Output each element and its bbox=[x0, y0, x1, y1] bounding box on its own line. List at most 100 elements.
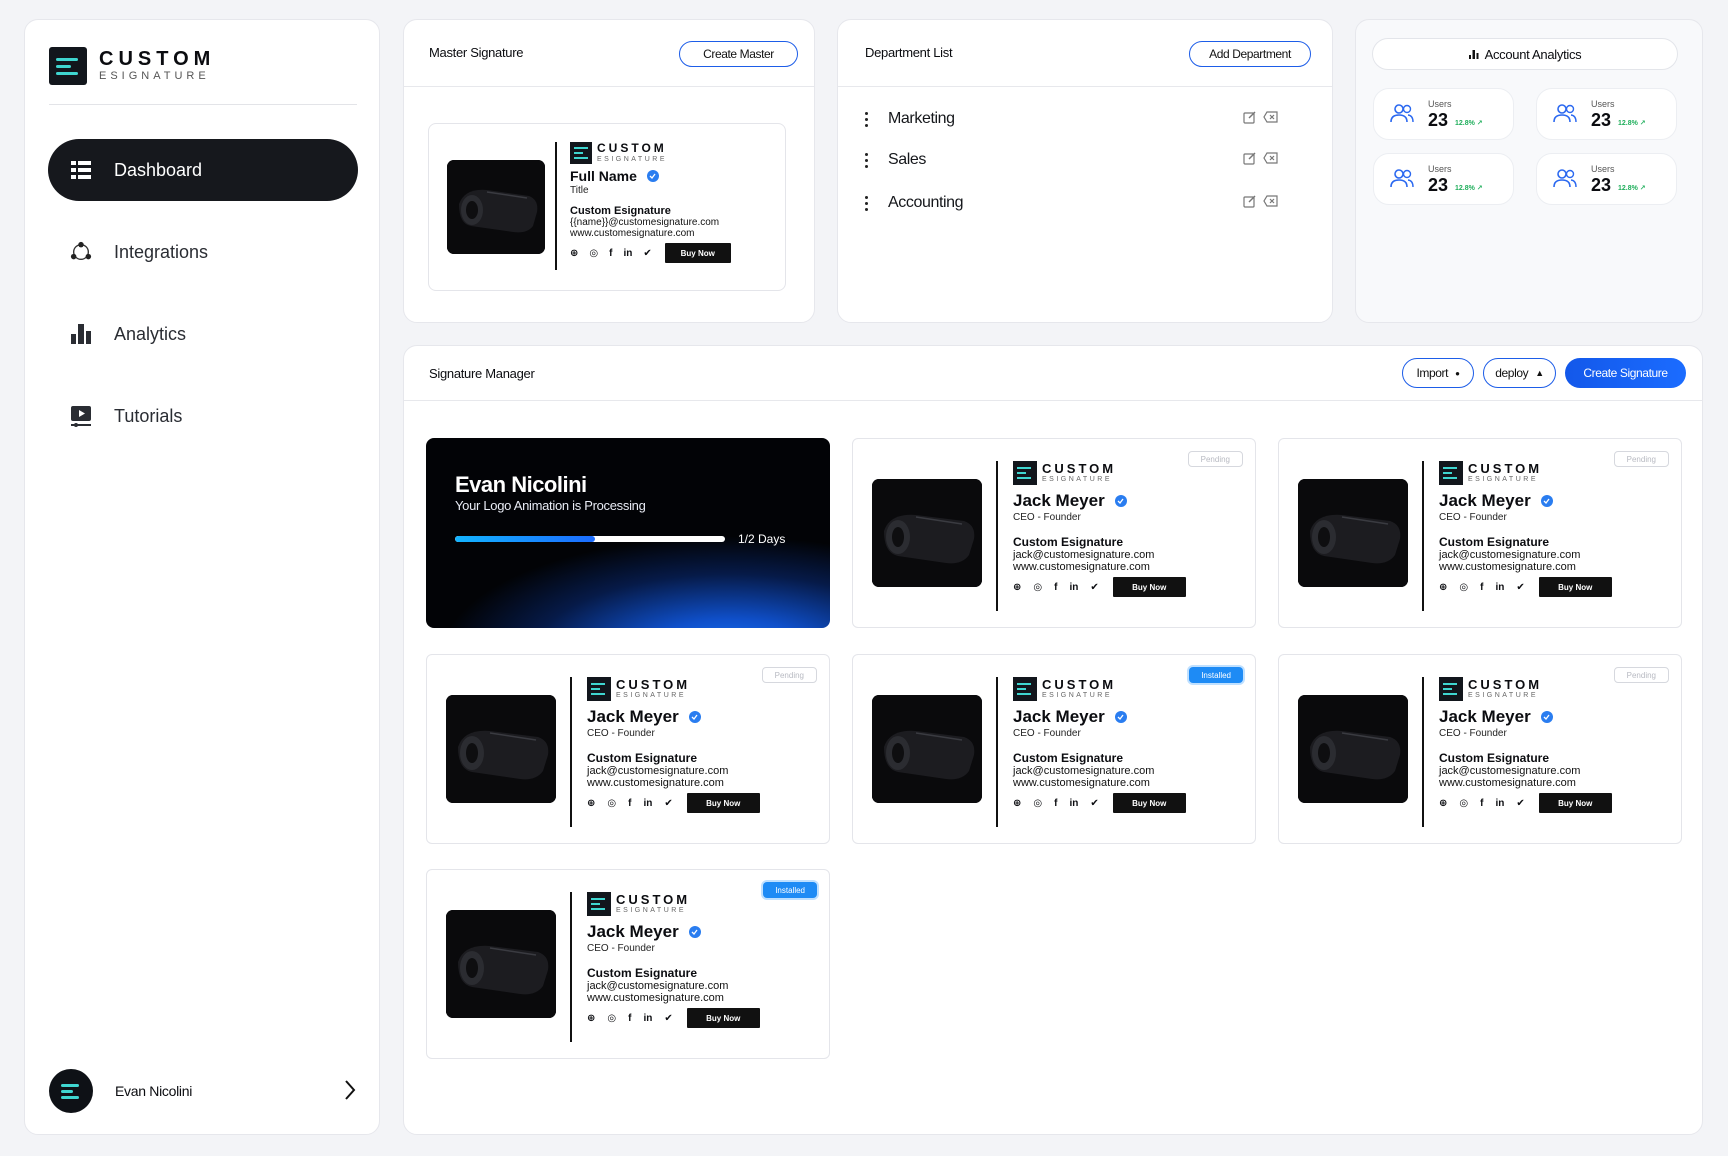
twitter-icon[interactable]: ✔ bbox=[1516, 582, 1524, 593]
chevron-right-icon[interactable] bbox=[343, 1079, 357, 1106]
globe-icon[interactable]: ⊕ bbox=[1439, 798, 1447, 809]
signature-card[interactable]: Pending CUSTOM ESIGNATURE Jack Meyer CEO… bbox=[852, 438, 1256, 628]
divider bbox=[838, 86, 1332, 87]
facebook-icon[interactable]: f bbox=[628, 798, 631, 809]
divider bbox=[49, 104, 357, 105]
signature-card[interactable]: Installed CUSTOM ESIGNATURE Jack Meyer C… bbox=[852, 654, 1256, 844]
globe-icon[interactable]: ⊕ bbox=[587, 798, 595, 809]
linkedin-icon[interactable]: in bbox=[643, 1013, 652, 1024]
sidebar-item-integrations[interactable]: Integrations bbox=[48, 221, 358, 283]
product-photo bbox=[446, 695, 556, 803]
delete-icon[interactable] bbox=[1263, 110, 1278, 129]
buy-now-button[interactable]: Buy Now bbox=[686, 1008, 760, 1028]
edit-icon[interactable] bbox=[1243, 194, 1257, 213]
buy-now-button[interactable]: Buy Now bbox=[1538, 793, 1612, 813]
delete-icon[interactable] bbox=[1263, 151, 1278, 170]
edit-icon[interactable] bbox=[1243, 110, 1257, 129]
facebook-icon[interactable]: f bbox=[609, 248, 612, 259]
progress-bar bbox=[455, 536, 725, 542]
globe-icon[interactable]: ⊕ bbox=[570, 248, 578, 259]
user-profile[interactable]: Evan Nicolini bbox=[49, 1069, 359, 1113]
sidebar-item-dashboard[interactable]: Dashboard bbox=[48, 139, 358, 201]
delete-icon[interactable] bbox=[1263, 194, 1278, 213]
linkedin-icon[interactable]: in bbox=[1069, 798, 1078, 809]
twitter-icon[interactable]: ✔ bbox=[664, 798, 672, 809]
twitter-icon[interactable]: ✔ bbox=[1090, 798, 1098, 809]
signature-website: www.customesignature.com bbox=[587, 777, 724, 789]
signature-company: Custom Esignature bbox=[1439, 751, 1550, 765]
import-button[interactable]: Import ● bbox=[1402, 358, 1474, 388]
create-signature-button[interactable]: Create Signature bbox=[1565, 358, 1686, 388]
facebook-icon[interactable]: f bbox=[1054, 798, 1057, 809]
signature-title: CEO - Founder bbox=[587, 943, 655, 954]
create-master-button[interactable]: Create Master bbox=[679, 41, 798, 67]
deploy-label: deploy bbox=[1495, 366, 1529, 380]
stat-value: 23 bbox=[1428, 110, 1449, 130]
sidebar-item-analytics[interactable]: Analytics bbox=[48, 303, 358, 365]
deploy-button[interactable]: deploy ▲ bbox=[1483, 358, 1556, 388]
stat-card[interactable]: Users 23 12.8% ↗ bbox=[1373, 88, 1514, 140]
linkedin-icon[interactable]: in bbox=[1495, 798, 1504, 809]
buy-now-button[interactable]: Buy Now bbox=[686, 793, 760, 813]
signature-card[interactable]: Pending CUSTOM ESIGNATURE Jack Meyer CEO… bbox=[1278, 654, 1682, 844]
signature-card[interactable]: Installed CUSTOM ESIGNATURE Jack Meyer C… bbox=[426, 869, 830, 1059]
department-row[interactable]: Marketing bbox=[864, 107, 1284, 131]
drag-handle-icon[interactable] bbox=[864, 195, 868, 211]
brand-logo[interactable]: CUSTOM ESIGNATURE bbox=[49, 47, 215, 85]
instagram-icon[interactable]: ◎ bbox=[1459, 798, 1468, 809]
buy-now-button[interactable]: Buy Now bbox=[1538, 577, 1612, 597]
sidebar-item-tutorials[interactable]: Tutorials bbox=[48, 385, 358, 447]
facebook-icon[interactable]: f bbox=[1480, 582, 1483, 593]
signature-card[interactable]: Pending CUSTOM ESIGNATURE Jack Meyer CEO… bbox=[1278, 438, 1682, 628]
globe-icon[interactable]: ⊕ bbox=[1013, 798, 1021, 809]
linkedin-icon[interactable]: in bbox=[1495, 582, 1504, 593]
signature-title: Title bbox=[570, 185, 589, 196]
sidebar-item-label: Tutorials bbox=[114, 405, 183, 426]
instagram-icon[interactable]: ◎ bbox=[607, 798, 616, 809]
verified-icon bbox=[1540, 495, 1553, 507]
instagram-icon[interactable]: ◎ bbox=[1033, 582, 1042, 593]
brand-name: CUSTOM bbox=[1042, 677, 1117, 692]
buy-now-button[interactable]: Buy Now bbox=[1112, 793, 1186, 813]
signature-title: CEO - Founder bbox=[1439, 512, 1507, 523]
signature-card[interactable]: Pending CUSTOM ESIGNATURE Jack Meyer CEO… bbox=[426, 654, 830, 844]
instagram-icon[interactable]: ◎ bbox=[589, 248, 598, 259]
panel-title: Master Signature bbox=[429, 45, 524, 60]
twitter-icon[interactable]: ✔ bbox=[664, 1013, 672, 1024]
instagram-icon[interactable]: ◎ bbox=[1033, 798, 1042, 809]
account-analytics-header[interactable]: Account Analytics bbox=[1372, 38, 1678, 70]
signature-company: Custom Esignature bbox=[570, 205, 671, 217]
department-row[interactable]: Sales bbox=[864, 148, 1284, 172]
brand-name: CUSTOM bbox=[1468, 677, 1543, 692]
stat-card[interactable]: Users 23 12.8% ↗ bbox=[1373, 153, 1514, 205]
drag-handle-icon[interactable] bbox=[864, 152, 868, 168]
stat-card[interactable]: Users 23 12.8% ↗ bbox=[1536, 88, 1677, 140]
instagram-icon[interactable]: ◎ bbox=[1459, 582, 1468, 593]
buy-now-button[interactable]: Buy Now bbox=[664, 243, 731, 263]
edit-icon[interactable] bbox=[1243, 151, 1257, 170]
drag-handle-icon[interactable] bbox=[864, 111, 868, 127]
globe-icon[interactable]: ⊕ bbox=[1013, 582, 1021, 593]
twitter-icon[interactable]: ✔ bbox=[643, 248, 651, 259]
brand-sub: ESIGNATURE bbox=[616, 907, 686, 914]
signature-company: Custom Esignature bbox=[1013, 751, 1124, 765]
facebook-icon[interactable]: f bbox=[1054, 582, 1057, 593]
signature-website: www.customesignature.com bbox=[1013, 777, 1150, 789]
facebook-icon[interactable]: f bbox=[628, 1013, 631, 1024]
globe-icon[interactable]: ⊕ bbox=[587, 1013, 595, 1024]
users-icon bbox=[1390, 168, 1414, 193]
stat-card[interactable]: Users 23 12.8% ↗ bbox=[1536, 153, 1677, 205]
twitter-icon[interactable]: ✔ bbox=[1516, 798, 1524, 809]
instagram-icon[interactable]: ◎ bbox=[607, 1013, 616, 1024]
globe-icon[interactable]: ⊕ bbox=[1439, 582, 1447, 593]
facebook-icon[interactable]: f bbox=[1480, 798, 1483, 809]
linkedin-icon[interactable]: in bbox=[1069, 582, 1078, 593]
processing-message: Your Logo Animation is Processing bbox=[455, 498, 646, 513]
twitter-icon[interactable]: ✔ bbox=[1090, 582, 1098, 593]
add-department-button[interactable]: Add Department bbox=[1189, 41, 1311, 67]
buy-now-button[interactable]: Buy Now bbox=[1112, 577, 1186, 597]
linkedin-icon[interactable]: in bbox=[643, 798, 652, 809]
master-signature-card[interactable]: CUSTOM ESIGNATURE Full Name Title Custom… bbox=[428, 123, 786, 291]
department-row[interactable]: Accounting bbox=[864, 191, 1284, 215]
linkedin-icon[interactable]: in bbox=[623, 248, 632, 259]
